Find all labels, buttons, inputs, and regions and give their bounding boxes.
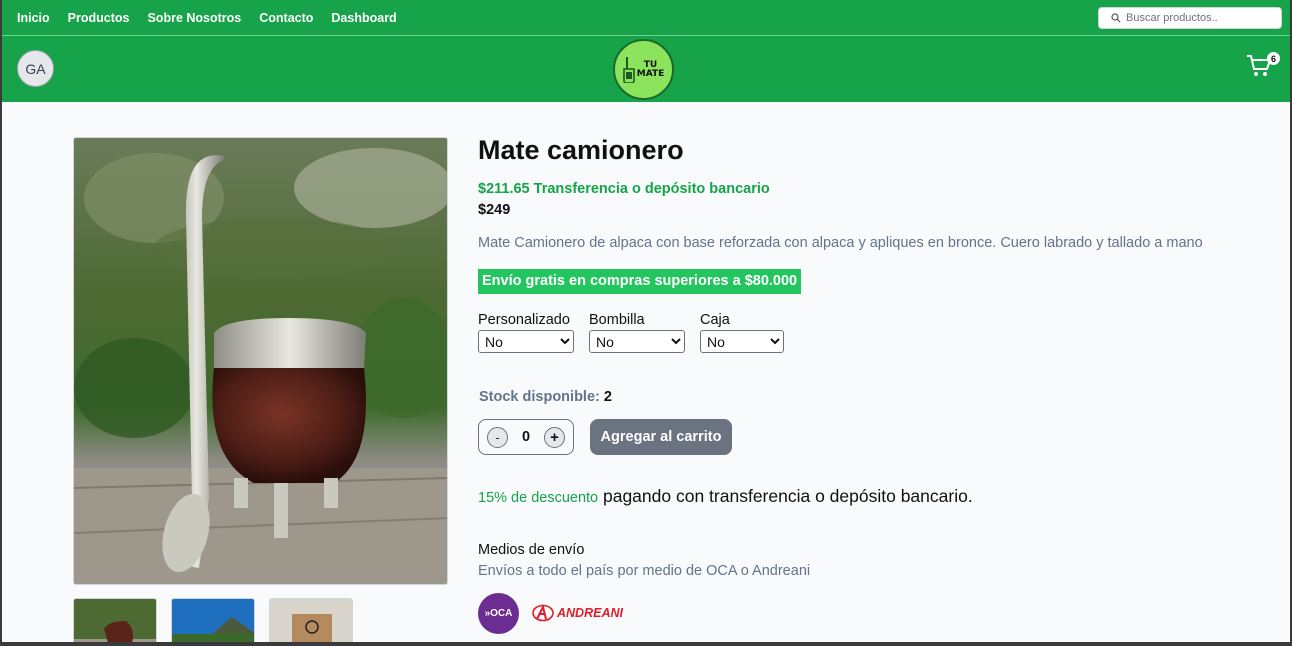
decrement-button[interactable]: - (487, 426, 508, 448)
stock-label: Stock disponible: (479, 389, 600, 405)
quantity-stepper: - 0 + (478, 419, 574, 455)
increment-button[interactable]: + (543, 426, 565, 448)
add-to-cart-button[interactable]: Agregar al carrito (590, 419, 732, 455)
product-description: Mate Camionero de alpaca con base reforz… (478, 235, 1203, 251)
search-box[interactable] (1098, 7, 1282, 29)
shipping-methods-title: Medios de envío (478, 542, 585, 558)
quantity-value: 0 (521, 429, 531, 445)
option-label: Personalizado (478, 312, 570, 328)
mate-logo-icon (622, 56, 635, 83)
stock-info: Stock disponible: 2 (479, 389, 612, 405)
search-input[interactable] (1126, 12, 1276, 24)
option-label: Bombilla (589, 312, 645, 328)
option-caja: Caja No (700, 312, 784, 353)
product-title: Mate camionero (478, 135, 684, 165)
shipping-methods-subtitle: Envíos a todo el país por medio de OCA o… (478, 563, 811, 579)
nav-link-contacto[interactable]: Contacto (259, 11, 313, 25)
nav-link-dashboard[interactable]: Dashboard (331, 11, 396, 25)
andreani-wordmark: ANDREANI (557, 606, 623, 620)
logo-text-line2: MATE (636, 68, 665, 79)
nav-links: Inicio Productos Sobre Nosotros Contacto… (17, 0, 397, 36)
nav-link-sobre-nosotros[interactable]: Sobre Nosotros (147, 11, 241, 25)
product-main-image[interactable] (73, 137, 448, 585)
discount-percent: 15% de descuento (478, 490, 599, 506)
stock-value: 2 (603, 389, 612, 405)
site-logo[interactable]: TU MATE (613, 39, 674, 100)
caja-select[interactable]: No (700, 330, 784, 353)
free-shipping-banner: Envío gratis en compras superiores a $80… (478, 269, 802, 294)
thumbnail-strip (73, 598, 353, 642)
transfer-price: $211.65 Transferencia o depósito bancari… (478, 181, 770, 197)
personalizado-select[interactable]: No (478, 330, 574, 353)
thumbnail-2[interactable] (171, 598, 255, 642)
top-navbar: Inicio Productos Sobre Nosotros Contacto… (2, 0, 1290, 36)
bombilla-select[interactable]: No (589, 330, 685, 353)
nav-link-productos[interactable]: Productos (68, 11, 130, 25)
page-frame: Inicio Productos Sobre Nosotros Contacto… (2, 0, 1290, 642)
search-icon (1111, 13, 1121, 23)
thumb-photo-image (172, 599, 254, 642)
discount-text: pagando con transferencia o depósito ban… (598, 486, 973, 506)
discount-note: 15% de descuento pagando con transferenc… (478, 486, 973, 507)
list-price: $249 (478, 202, 511, 218)
thumb-photo-image (74, 599, 156, 642)
thumb-photo-image (270, 599, 352, 642)
option-label: Caja (700, 312, 730, 328)
option-bombilla: Bombilla No (589, 312, 685, 353)
thumbnail-1[interactable] (73, 598, 157, 642)
andreani-logo: ANDREANI (532, 602, 623, 624)
thumbnail-3[interactable] (269, 598, 353, 642)
cart-count-badge: 6 (1267, 52, 1280, 65)
nav-link-inicio[interactable]: Inicio (17, 11, 50, 25)
andreani-mark-icon (532, 604, 554, 622)
user-avatar[interactable]: GA (17, 50, 54, 87)
cart-button[interactable]: 6 (1246, 52, 1280, 82)
option-personalizado: Personalizado No (478, 312, 574, 353)
mate-photo-image (74, 138, 447, 584)
oca-logo: »OCA (478, 593, 519, 634)
brand-header: GA TU MATE 6 (2, 36, 1290, 102)
